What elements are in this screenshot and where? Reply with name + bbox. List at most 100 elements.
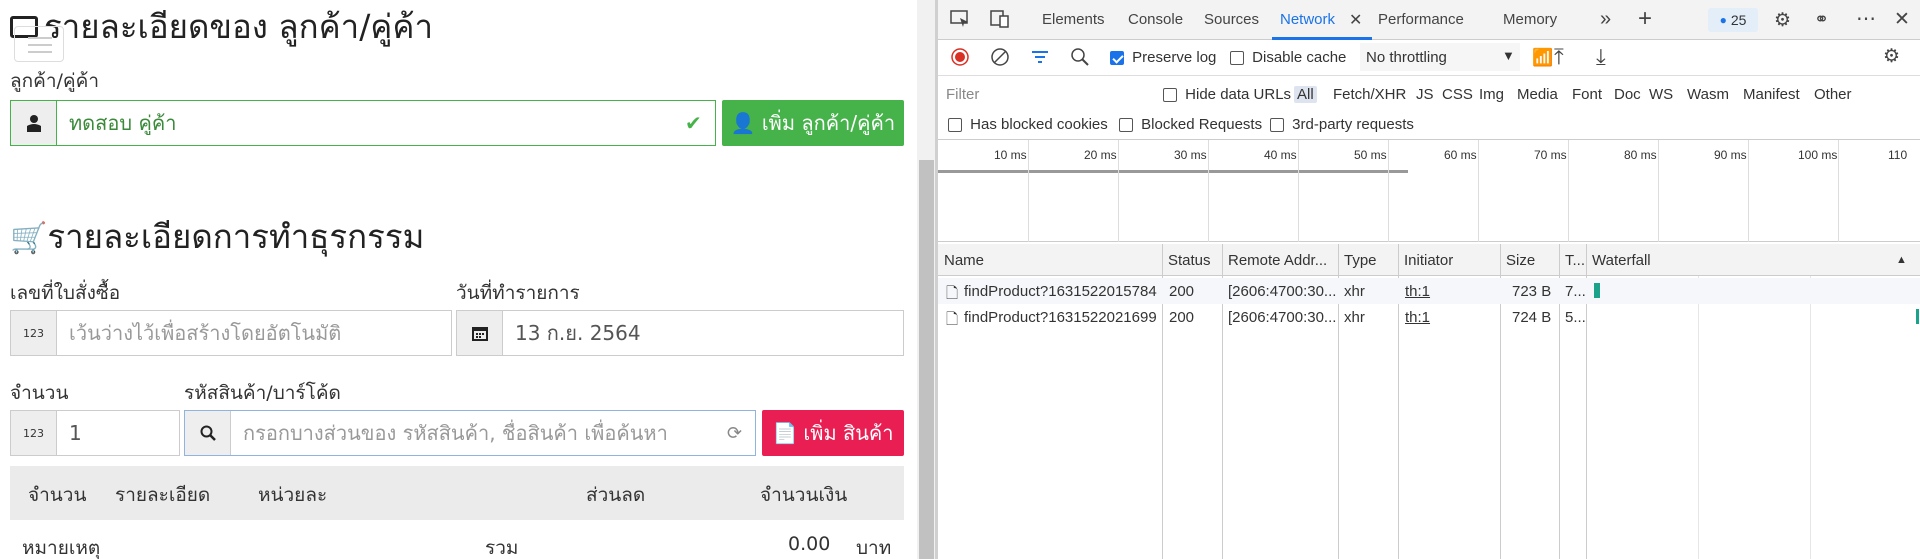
disable-cache-checkbox[interactable]: Disable cache bbox=[1230, 49, 1346, 66]
tick-label: 80 ms bbox=[1624, 148, 1657, 162]
disable-cache-check[interactable] bbox=[1230, 51, 1244, 66]
add-tab-icon[interactable]: + bbox=[1638, 5, 1652, 33]
search-icon[interactable] bbox=[1070, 47, 1090, 71]
col-status[interactable]: Status bbox=[1168, 252, 1211, 269]
clear-icon[interactable] bbox=[990, 47, 1010, 71]
filter-input[interactable]: Filter bbox=[946, 86, 1156, 108]
request-name: findProduct?1631522021699 bbox=[964, 309, 1157, 326]
filter-font[interactable]: Font bbox=[1572, 86, 1602, 103]
filter-all[interactable]: All bbox=[1294, 86, 1317, 103]
customer-input[interactable]: ทดสอบ คู่ค้า bbox=[57, 107, 685, 139]
add-customer-button[interactable]: 👤 เพิ่ม ลูกค้า/คู่ค้า bbox=[722, 100, 904, 146]
filter-other[interactable]: Other bbox=[1814, 86, 1852, 103]
has-blocked-cookies-checkbox[interactable]: Has blocked cookies bbox=[948, 116, 1108, 133]
third-party-checkbox[interactable]: 3rd-party requests bbox=[1270, 116, 1414, 133]
col-remote-address[interactable]: Remote Addr... bbox=[1228, 252, 1327, 269]
request-initiator[interactable]: th:1 bbox=[1405, 309, 1430, 326]
hide-data-urls-check[interactable] bbox=[1163, 88, 1177, 103]
settings-gear-icon[interactable]: ⚙ bbox=[1774, 9, 1791, 32]
import-har-icon[interactable]: ⤒ bbox=[1554, 44, 1564, 70]
filter-bar: Filter Hide data URLs All Fetch/XHR JS C… bbox=[938, 76, 1920, 140]
tab-performance[interactable]: Performance bbox=[1378, 11, 1464, 28]
waterfall-bar bbox=[1916, 309, 1919, 324]
number-icon: 123 bbox=[11, 311, 57, 355]
close-devtools-icon[interactable]: ✕ bbox=[1894, 8, 1910, 31]
qty-field[interactable]: 123 1 bbox=[10, 410, 180, 456]
tab-sources[interactable]: Sources bbox=[1204, 11, 1259, 28]
request-size: 724 B bbox=[1512, 309, 1552, 326]
request-type: xhr bbox=[1344, 283, 1365, 300]
refresh-icon[interactable]: ⟳ bbox=[727, 423, 755, 444]
filter-css[interactable]: CSS bbox=[1442, 86, 1473, 103]
filter-media[interactable]: Media bbox=[1517, 86, 1558, 103]
tick-label: 40 ms bbox=[1264, 148, 1297, 162]
col-discount: ส่วนลด bbox=[586, 484, 646, 506]
close-tab-icon[interactable]: ✕ bbox=[1349, 10, 1362, 30]
tick-label: 30 ms bbox=[1174, 148, 1207, 162]
blocked-requests-check[interactable] bbox=[1119, 118, 1133, 133]
filter-ws[interactable]: WS bbox=[1649, 86, 1673, 103]
tab-network[interactable]: Network bbox=[1280, 11, 1335, 28]
product-search-field[interactable]: กรอกบางส่วนของ รหัสสินค้า, ชื่อสินค้า เพ… bbox=[184, 410, 756, 456]
qty-input[interactable]: 1 bbox=[57, 421, 179, 445]
filter-doc[interactable]: Doc bbox=[1614, 86, 1641, 103]
request-initiator[interactable]: th:1 bbox=[1405, 283, 1430, 300]
check-icon: ✔ bbox=[685, 111, 702, 135]
customer-field[interactable]: ทดสอบ คู่ค้า ✔ bbox=[10, 100, 716, 146]
network-overview-timeline[interactable]: 10 ms 20 ms 30 ms 40 ms 50 ms 60 ms 70 m… bbox=[938, 140, 1920, 242]
po-input[interactable]: เว้นว่างไว้เพื่อสร้างโดยอัตโนมัติ bbox=[57, 317, 451, 349]
more-tabs-icon[interactable]: » bbox=[1600, 8, 1611, 31]
filter-js[interactable]: JS bbox=[1416, 86, 1434, 103]
filter-manifest[interactable]: Manifest bbox=[1743, 86, 1800, 103]
devtools-panel: Elements Console Sources Network ✕ Perfo… bbox=[938, 0, 1920, 559]
app-page: รายละเอียดของ ลูกค้า/คู่ค้า ลูกค้า/คู่ค้… bbox=[0, 0, 930, 559]
filter-fetch-xhr[interactable]: Fetch/XHR bbox=[1333, 86, 1406, 103]
col-name[interactable]: Name bbox=[944, 252, 984, 269]
tab-memory[interactable]: Memory bbox=[1503, 11, 1557, 28]
preserve-log-checkbox[interactable]: Preserve log bbox=[1110, 49, 1216, 66]
product-search-input[interactable]: กรอกบางส่วนของ รหัสสินค้า, ชื่อสินค้า เพ… bbox=[231, 417, 727, 449]
po-label: เลขที่ใบสั่งซื้อ bbox=[10, 282, 121, 304]
third-party-check[interactable] bbox=[1270, 118, 1284, 133]
inspect-icon[interactable] bbox=[950, 10, 970, 33]
device-toolbar-icon[interactable] bbox=[990, 10, 1010, 33]
export-har-icon[interactable]: ⤓ bbox=[1596, 44, 1606, 70]
request-time: 7... bbox=[1565, 283, 1586, 300]
tick-label: 20 ms bbox=[1084, 148, 1117, 162]
issues-badge[interactable]: ● 25 bbox=[1708, 8, 1758, 32]
add-product-button[interactable]: 📄 เพิ่ม สินค้า bbox=[762, 410, 904, 456]
has-blocked-cookies-check[interactable] bbox=[948, 118, 962, 133]
more-options-icon[interactable]: ⋯ bbox=[1856, 6, 1876, 31]
customize-icon[interactable]: ⚭ bbox=[1814, 9, 1829, 30]
tick-label: 90 ms bbox=[1714, 148, 1747, 162]
filter-icon[interactable] bbox=[1030, 47, 1050, 71]
col-initiator[interactable]: Initiator bbox=[1404, 252, 1453, 269]
tab-elements[interactable]: Elements bbox=[1042, 11, 1105, 28]
sort-up-icon[interactable]: ▲ bbox=[1896, 254, 1907, 266]
col-time[interactable]: T... bbox=[1565, 252, 1585, 269]
filter-img[interactable]: Img bbox=[1479, 86, 1504, 103]
items-table-header: จำนวน รายละเอียด หน่วยละ ส่วนลด จำนวนเงิ… bbox=[10, 466, 904, 520]
tab-console[interactable]: Console bbox=[1128, 11, 1183, 28]
blocked-requests-checkbox[interactable]: Blocked Requests bbox=[1119, 116, 1262, 133]
request-row[interactable]: 🗋 findProduct?1631522015784 200 [2606:47… bbox=[938, 278, 1920, 304]
col-size[interactable]: Size bbox=[1506, 252, 1535, 269]
hide-data-urls-checkbox[interactable]: Hide data URLs bbox=[1163, 86, 1291, 103]
page-scrollbar-thumb[interactable] bbox=[919, 160, 934, 559]
request-time: 5... bbox=[1565, 309, 1586, 326]
filter-wasm[interactable]: Wasm bbox=[1687, 86, 1729, 103]
record-icon[interactable] bbox=[950, 47, 970, 71]
network-settings-gear-icon[interactable]: ⚙ bbox=[1883, 45, 1900, 68]
po-field[interactable]: 123 เว้นว่างไว้เพื่อสร้างโดยอัตโนมัติ bbox=[10, 310, 452, 356]
document-icon: 🗋 bbox=[946, 311, 959, 328]
col-type[interactable]: Type bbox=[1344, 252, 1377, 269]
throttling-select[interactable]: No throttling ▼ bbox=[1360, 43, 1520, 71]
date-field[interactable]: 13 ก.ย. 2564 bbox=[456, 310, 904, 356]
request-row[interactable]: 🗋 findProduct?1631522021699 200 [2606:47… bbox=[938, 304, 1920, 330]
preserve-log-check[interactable] bbox=[1110, 51, 1124, 66]
request-size: 723 B bbox=[1512, 283, 1552, 300]
menu-toggle-button[interactable] bbox=[14, 26, 64, 62]
network-conditions-icon[interactable]: 📶 bbox=[1532, 48, 1553, 68]
date-input[interactable]: 13 ก.ย. 2564 bbox=[503, 317, 903, 349]
col-waterfall[interactable]: Waterfall bbox=[1592, 252, 1651, 269]
